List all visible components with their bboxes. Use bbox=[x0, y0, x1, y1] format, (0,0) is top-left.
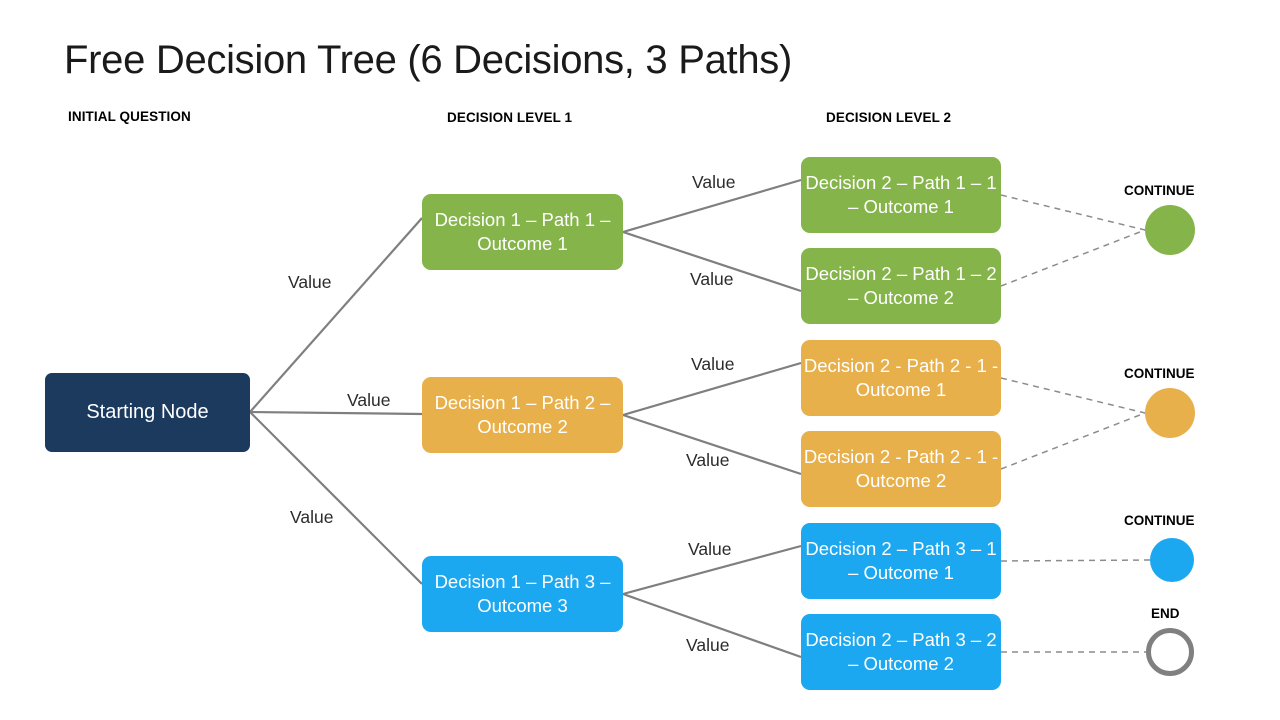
node-level2-path-1-outcome-1[interactable]: Decision 2 – Path 1 – 1 – Outcome 1 bbox=[801, 157, 1001, 233]
edge-label-start-path-2: Value bbox=[347, 390, 391, 410]
edge-l2-4-to-endpoint-2 bbox=[1000, 412, 1146, 470]
endpoint-label-continue-blue: CONTINUE bbox=[1124, 513, 1195, 528]
edge-start-to-l1-2 bbox=[249, 410, 423, 416]
edge-l2-1-to-endpoint-1 bbox=[1000, 194, 1146, 231]
node-level1-path-3[interactable]: Decision 1 – Path 3 – Outcome 3 bbox=[422, 556, 623, 632]
edge-label-l1-2-outcome-1: Value bbox=[691, 354, 735, 374]
node-level2-path-2-outcome-2[interactable]: Decision 2 - Path 2 - 1 - Outcome 2 bbox=[801, 431, 1001, 507]
edge-label-start-path-1: Value bbox=[288, 272, 332, 292]
node-starting[interactable]: Starting Node bbox=[45, 373, 250, 452]
endpoint-label-continue-green: CONTINUE bbox=[1124, 183, 1195, 198]
edge-label-l1-1-outcome-1: Value bbox=[692, 172, 736, 192]
edge-start-to-l1-1 bbox=[249, 217, 423, 413]
node-level2-path-2-outcome-1[interactable]: Decision 2 - Path 2 - 1 - Outcome 1 bbox=[801, 340, 1001, 416]
node-level1-path-1[interactable]: Decision 1 – Path 1 – Outcome 1 bbox=[422, 194, 623, 270]
endpoint-circle-end[interactable] bbox=[1146, 628, 1194, 676]
column-header-decision-level-1: DECISION LEVEL 1 bbox=[447, 110, 573, 125]
edge-l2-3-to-endpoint-2 bbox=[1000, 377, 1146, 414]
column-header-initial-question: INITIAL QUESTION bbox=[68, 109, 191, 124]
node-level2-path-3-outcome-1[interactable]: Decision 2 – Path 3 – 1 – Outcome 1 bbox=[801, 523, 1001, 599]
endpoint-circle-continue-blue[interactable] bbox=[1150, 538, 1194, 582]
connector-layer bbox=[249, 178, 1151, 659]
node-level2-path-1-outcome-2[interactable]: Decision 2 – Path 1 – 2 – Outcome 2 bbox=[801, 248, 1001, 324]
endpoint-label-end: END bbox=[1151, 606, 1180, 621]
edge-label-l1-2-outcome-2: Value bbox=[686, 450, 730, 470]
node-level1-path-2[interactable]: Decision 1 – Path 2 – Outcome 2 bbox=[422, 377, 623, 453]
solid-connectors-level1 bbox=[622, 178, 802, 659]
solid-connectors-root bbox=[249, 217, 423, 585]
edge-label-start-path-3: Value bbox=[290, 507, 334, 527]
edge-l2-2-to-endpoint-1 bbox=[1000, 229, 1146, 287]
endpoint-label-continue-yellow: CONTINUE bbox=[1124, 366, 1195, 381]
node-level2-path-3-outcome-2[interactable]: Decision 2 – Path 3 – 2 – Outcome 2 bbox=[801, 614, 1001, 690]
endpoint-circle-continue-yellow[interactable] bbox=[1145, 388, 1195, 438]
decision-tree-diagram: Free Decision Tree (6 Decisions, 3 Paths… bbox=[0, 0, 1280, 720]
column-header-decision-level-2: DECISION LEVEL 2 bbox=[826, 110, 952, 125]
edge-start-to-l1-3 bbox=[249, 411, 423, 585]
edge-label-l1-3-outcome-2: Value bbox=[686, 635, 730, 655]
page-title: Free Decision Tree (6 Decisions, 3 Paths… bbox=[64, 38, 792, 82]
edge-l2-5-to-endpoint-3 bbox=[1000, 559, 1151, 562]
edge-label-l1-3-outcome-1: Value bbox=[688, 539, 732, 559]
dashed-connectors-endpoints bbox=[1000, 194, 1151, 653]
endpoint-circle-continue-green[interactable] bbox=[1145, 205, 1195, 255]
edge-label-l1-1-outcome-2: Value bbox=[690, 269, 734, 289]
